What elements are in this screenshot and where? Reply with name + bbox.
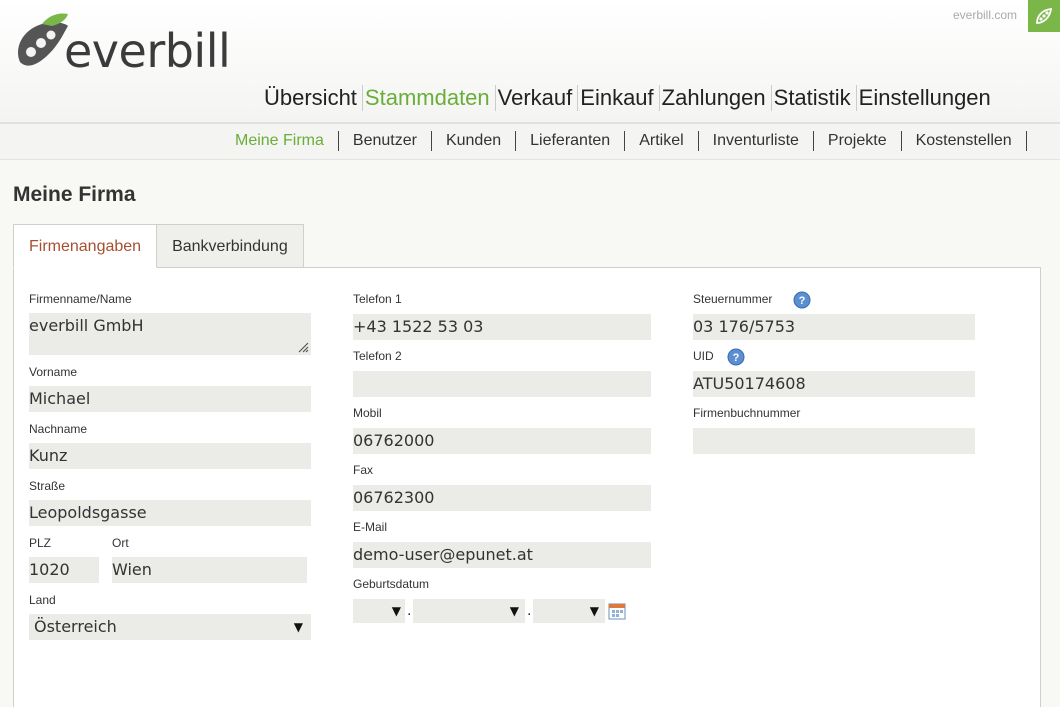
firmenname-label: Firmenname/Name: [29, 292, 132, 306]
strasse-value: Leopoldsgasse: [29, 503, 147, 522]
uid-value: ATU50174608: [693, 374, 806, 393]
main-nav-stammdaten[interactable]: Stammdaten: [363, 85, 496, 111]
telefon2-field[interactable]: [353, 371, 651, 397]
plz-value: 1020: [29, 560, 70, 579]
svg-text:?: ?: [799, 295, 806, 307]
nachname-label: Nachname: [29, 422, 88, 436]
main-nav-uebersicht[interactable]: Übersicht: [262, 85, 363, 111]
sub-nav-meine-firma[interactable]: Meine Firma: [235, 131, 339, 151]
sub-nav-inventurliste[interactable]: Inventurliste: [699, 131, 814, 151]
sub-nav-benutzer[interactable]: Benutzer: [339, 131, 432, 151]
main-nav-verkauf[interactable]: Verkauf: [496, 85, 579, 111]
plz-field[interactable]: 1020: [29, 557, 99, 583]
date-separator: .: [407, 602, 412, 619]
sub-nav-kunden[interactable]: Kunden: [432, 131, 517, 151]
steuernummer-field[interactable]: 03 176/5753: [693, 314, 975, 340]
nachname-field[interactable]: Kunz: [29, 443, 311, 469]
geburtsdatum-day-select[interactable]: ▼: [353, 599, 405, 623]
firmenname-field[interactable]: everbill GmbH: [29, 313, 311, 355]
geburtsdatum-year-select[interactable]: ▼: [533, 599, 605, 623]
main-nav: Übersicht Stammdaten Verkauf Einkauf Zah…: [262, 85, 996, 111]
date-separator: .: [527, 602, 532, 619]
site-link[interactable]: everbill.com: [953, 8, 1017, 22]
land-select[interactable]: Österreich ▼: [29, 614, 311, 640]
main-nav-einkauf[interactable]: Einkauf: [578, 85, 660, 111]
telefon1-label: Telefon 1: [353, 292, 402, 306]
email-field[interactable]: demo-user@epunet.at: [353, 542, 651, 568]
ort-label: Ort: [112, 536, 129, 550]
vorname-value: Michael: [29, 389, 91, 408]
email-value: demo-user@epunet.at: [353, 545, 533, 564]
ort-field[interactable]: Wien: [112, 557, 307, 583]
telefon2-label: Telefon 2: [353, 349, 402, 363]
page-title: Meine Firma: [13, 183, 136, 206]
brand-name: everbill: [64, 24, 231, 78]
strasse-field[interactable]: Leopoldsgasse: [29, 500, 311, 526]
dropdown-arrow-icon: ▼: [509, 604, 519, 618]
tab-bankverbindung[interactable]: Bankverbindung: [156, 224, 304, 268]
tab-bar: Firmenangaben Bankverbindung: [13, 224, 304, 268]
firmenbuchnummer-label: Firmenbuchnummer: [693, 406, 801, 420]
ort-value: Wien: [112, 560, 152, 579]
sub-nav-projekte[interactable]: Projekte: [814, 131, 902, 151]
sub-nav-artikel[interactable]: Artikel: [625, 131, 699, 151]
dropdown-arrow-icon: ▼: [589, 604, 599, 618]
strasse-label: Straße: [29, 479, 66, 493]
telefon1-field[interactable]: +43 1522 53 03: [353, 314, 651, 340]
corner-badge[interactable]: [1028, 0, 1060, 32]
dropdown-arrow-icon: ▼: [293, 620, 303, 634]
land-label: Land: [29, 593, 56, 607]
vorname-label: Vorname: [29, 365, 78, 379]
mobil-label: Mobil: [353, 406, 382, 420]
form-panel: Firmenname/Name everbill GmbH Vorname Mi…: [13, 267, 1041, 707]
nachname-value: Kunz: [29, 446, 68, 465]
help-icon[interactable]: ?: [793, 291, 811, 309]
resize-handle-icon[interactable]: [297, 341, 309, 353]
geburtsdatum-month-select[interactable]: ▼: [413, 599, 525, 623]
mobil-value: 06762000: [353, 431, 435, 450]
fax-label: Fax: [353, 463, 374, 477]
sub-nav-kostenstellen[interactable]: Kostenstellen: [902, 131, 1027, 151]
tab-firmenangaben[interactable]: Firmenangaben: [13, 224, 158, 268]
sub-nav: Meine Firma Benutzer Kunden Lieferanten …: [235, 131, 1027, 151]
plz-label: PLZ: [29, 536, 52, 550]
uid-field[interactable]: ATU50174608: [693, 371, 975, 397]
fax-field[interactable]: 06762300: [353, 485, 651, 511]
pea-pod-logo-icon: [18, 13, 68, 66]
main-nav-einstellungen[interactable]: Einstellungen: [857, 85, 996, 111]
app-header: everbill everbill.com Übersicht Stammdat…: [0, 0, 1060, 122]
main-nav-statistik[interactable]: Statistik: [772, 85, 857, 111]
fax-value: 06762300: [353, 488, 435, 507]
svg-text:?: ?: [733, 352, 740, 364]
help-icon[interactable]: ?: [727, 348, 745, 366]
main-nav-zahlungen[interactable]: Zahlungen: [660, 85, 772, 111]
telefon1-value: +43 1522 53 03: [353, 317, 484, 336]
vorname-field[interactable]: Michael: [29, 386, 311, 412]
sub-nav-lieferanten[interactable]: Lieferanten: [516, 131, 626, 151]
uid-label: UID: [693, 349, 714, 363]
dropdown-arrow-icon: ▼: [391, 604, 401, 618]
mobil-field[interactable]: 06762000: [353, 428, 651, 454]
land-value: Österreich: [34, 617, 117, 636]
geburtsdatum-label: Geburtsdatum: [353, 577, 430, 591]
calendar-icon[interactable]: [608, 602, 626, 620]
everbill-logo[interactable]: everbill: [12, 12, 232, 82]
steuernummer-value: 03 176/5753: [693, 317, 796, 336]
firmenname-value: everbill GmbH: [29, 316, 144, 335]
pea-pod-icon: [1036, 7, 1053, 24]
email-label: E-Mail: [353, 520, 388, 534]
steuernummer-label: Steuernummer: [693, 292, 773, 306]
firmenbuchnummer-field[interactable]: [693, 428, 975, 454]
